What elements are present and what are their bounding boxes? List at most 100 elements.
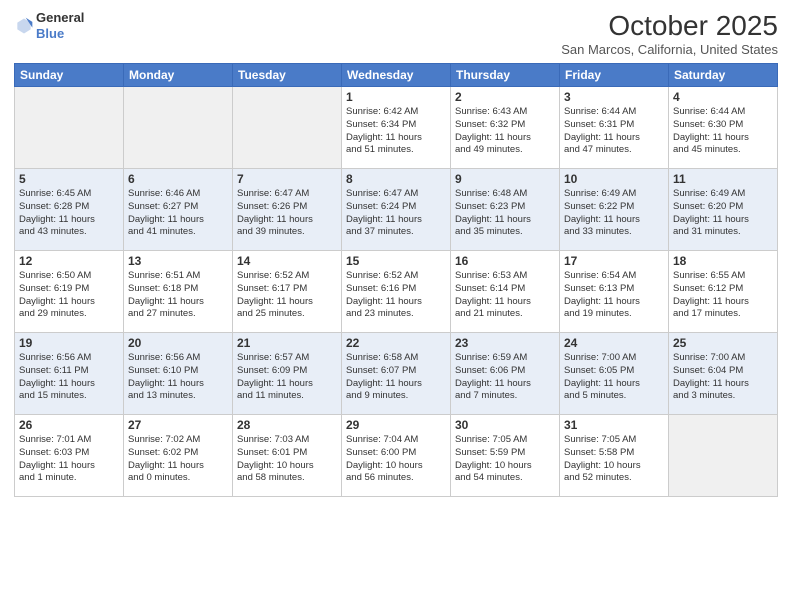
day-info: Sunrise: 6:44 AM Sunset: 6:30 PM Dayligh…	[673, 106, 773, 157]
day-number: 3	[564, 90, 664, 104]
calendar-cell: 30Sunrise: 7:05 AM Sunset: 5:59 PM Dayli…	[451, 415, 560, 497]
calendar-cell: 8 Sunrise: 6:47 AM Sunset: 6:24 PM Daylig…	[342, 169, 451, 251]
calendar-cell: 11Sunrise: 6:49 AM Sunset: 6:20 PM Dayli…	[669, 169, 778, 251]
day-number: 2	[455, 90, 555, 104]
day-info: Sunrise: 6:56 AM Sunset: 6:10 PM Dayligh…	[128, 352, 228, 403]
day-info: Sunrise: 7:04 AM Sunset: 6:00 PM Dayligh…	[346, 434, 446, 485]
calendar-cell	[15, 87, 124, 169]
calendar-cell: 31 Sunrise: 7:05 AM Sunset: 5:58 PM Dayli…	[560, 415, 669, 497]
day-number: 19	[19, 336, 119, 350]
day-number: 10	[564, 172, 664, 186]
weekday-header-tuesday: Tuesday	[233, 64, 342, 87]
day-number: 26	[19, 418, 119, 432]
calendar-cell: 26 Sunrise: 7:01 AM Sunset: 6:03 PM Dayli…	[15, 415, 124, 497]
day-info: Sunrise: 7:00 AM Sunset: 6:05 PM Dayligh…	[564, 352, 664, 403]
day-info: Sunrise: 6:43 AM Sunset: 6:32 PM Dayligh…	[455, 106, 555, 157]
calendar-cell: 20 Sunrise: 6:56 AM Sunset: 6:10 PM Dayli…	[124, 333, 233, 415]
day-info: Sunrise: 6:52 AM Sunset: 6:17 PM Dayligh…	[237, 270, 337, 321]
week-row-3: 12 Sunrise: 6:50 AM Sunset: 6:19 PM Dayli…	[15, 251, 778, 333]
logo-icon	[14, 16, 34, 36]
day-info: Sunrise: 6:51 AM Sunset: 6:18 PM Dayligh…	[128, 270, 228, 321]
calendar-cell: 22 Sunrise: 6:58 AM Sunset: 6:07 PM Dayli…	[342, 333, 451, 415]
day-info: Sunrise: 6:52 AM Sunset: 6:16 PM Dayligh…	[346, 270, 446, 321]
day-number: 31	[564, 418, 664, 432]
calendar-cell	[669, 415, 778, 497]
calendar-cell: 19Sunrise: 6:56 AM Sunset: 6:11 PM Dayli…	[15, 333, 124, 415]
day-number: 8	[346, 172, 446, 186]
day-number: 22	[346, 336, 446, 350]
day-number: 27	[128, 418, 228, 432]
calendar-cell: 14 Sunrise: 6:52 AM Sunset: 6:17 PM Dayli…	[233, 251, 342, 333]
calendar: SundayMondayTuesdayWednesdayThursdayFrid…	[14, 63, 778, 497]
day-number: 17	[564, 254, 664, 268]
day-number: 28	[237, 418, 337, 432]
calendar-cell: 24 Sunrise: 7:00 AM Sunset: 6:05 PM Dayli…	[560, 333, 669, 415]
weekday-header-monday: Monday	[124, 64, 233, 87]
day-number: 12	[19, 254, 119, 268]
day-info: Sunrise: 6:44 AM Sunset: 6:31 PM Dayligh…	[564, 106, 664, 157]
calendar-cell: 21Sunrise: 6:57 AM Sunset: 6:09 PM Dayli…	[233, 333, 342, 415]
day-number: 13	[128, 254, 228, 268]
week-row-2: 5 Sunrise: 6:45 AM Sunset: 6:28 PM Daylig…	[15, 169, 778, 251]
day-info: Sunrise: 7:01 AM Sunset: 6:03 PM Dayligh…	[19, 434, 119, 485]
week-row-5: 26 Sunrise: 7:01 AM Sunset: 6:03 PM Dayli…	[15, 415, 778, 497]
day-number: 6	[128, 172, 228, 186]
calendar-cell: 2 Sunrise: 6:43 AM Sunset: 6:32 PM Daylig…	[451, 87, 560, 169]
calendar-cell: 4Sunrise: 6:44 AM Sunset: 6:30 PM Daylig…	[669, 87, 778, 169]
day-number: 9	[455, 172, 555, 186]
calendar-cell: 15 Sunrise: 6:52 AM Sunset: 6:16 PM Dayli…	[342, 251, 451, 333]
day-info: Sunrise: 6:54 AM Sunset: 6:13 PM Dayligh…	[564, 270, 664, 321]
calendar-cell: 27 Sunrise: 7:02 AM Sunset: 6:02 PM Dayli…	[124, 415, 233, 497]
day-number: 15	[346, 254, 446, 268]
month-title: October 2025	[561, 10, 778, 42]
header: General Blue October 2025 San Marcos, Ca…	[14, 10, 778, 57]
calendar-cell: 13 Sunrise: 6:51 AM Sunset: 6:18 PM Dayli…	[124, 251, 233, 333]
location: San Marcos, California, United States	[561, 42, 778, 57]
weekday-header-friday: Friday	[560, 64, 669, 87]
day-info: Sunrise: 6:58 AM Sunset: 6:07 PM Dayligh…	[346, 352, 446, 403]
day-number: 25	[673, 336, 773, 350]
day-info: Sunrise: 6:55 AM Sunset: 6:12 PM Dayligh…	[673, 270, 773, 321]
logo-general: General	[36, 10, 84, 26]
weekday-header-row: SundayMondayTuesdayWednesdayThursdayFrid…	[15, 64, 778, 87]
day-number: 24	[564, 336, 664, 350]
day-info: Sunrise: 6:42 AM Sunset: 6:34 PM Dayligh…	[346, 106, 446, 157]
day-number: 16	[455, 254, 555, 268]
title-block: October 2025 San Marcos, California, Uni…	[561, 10, 778, 57]
day-number: 5	[19, 172, 119, 186]
calendar-cell: 16Sunrise: 6:53 AM Sunset: 6:14 PM Dayli…	[451, 251, 560, 333]
day-info: Sunrise: 6:47 AM Sunset: 6:24 PM Dayligh…	[346, 188, 446, 239]
day-info: Sunrise: 7:05 AM Sunset: 5:58 PM Dayligh…	[564, 434, 664, 485]
calendar-cell: 10 Sunrise: 6:49 AM Sunset: 6:22 PM Dayli…	[560, 169, 669, 251]
day-info: Sunrise: 6:57 AM Sunset: 6:09 PM Dayligh…	[237, 352, 337, 403]
week-row-1: 1Sunrise: 6:42 AM Sunset: 6:34 PM Daylig…	[15, 87, 778, 169]
calendar-cell: 29Sunrise: 7:04 AM Sunset: 6:00 PM Dayli…	[342, 415, 451, 497]
weekday-header-sunday: Sunday	[15, 64, 124, 87]
calendar-cell: 18 Sunrise: 6:55 AM Sunset: 6:12 PM Dayli…	[669, 251, 778, 333]
calendar-cell: 3 Sunrise: 6:44 AM Sunset: 6:31 PM Daylig…	[560, 87, 669, 169]
day-info: Sunrise: 6:47 AM Sunset: 6:26 PM Dayligh…	[237, 188, 337, 239]
day-number: 7	[237, 172, 337, 186]
calendar-cell	[233, 87, 342, 169]
day-number: 11	[673, 172, 773, 186]
logo: General Blue	[14, 10, 84, 41]
day-info: Sunrise: 7:02 AM Sunset: 6:02 PM Dayligh…	[128, 434, 228, 485]
day-number: 18	[673, 254, 773, 268]
calendar-cell: 9 Sunrise: 6:48 AM Sunset: 6:23 PM Daylig…	[451, 169, 560, 251]
day-info: Sunrise: 6:49 AM Sunset: 6:22 PM Dayligh…	[564, 188, 664, 239]
day-info: Sunrise: 6:48 AM Sunset: 6:23 PM Dayligh…	[455, 188, 555, 239]
page-container: General Blue October 2025 San Marcos, Ca…	[0, 0, 792, 612]
calendar-cell: 12 Sunrise: 6:50 AM Sunset: 6:19 PM Dayli…	[15, 251, 124, 333]
day-info: Sunrise: 6:50 AM Sunset: 6:19 PM Dayligh…	[19, 270, 119, 321]
day-info: Sunrise: 6:46 AM Sunset: 6:27 PM Dayligh…	[128, 188, 228, 239]
week-row-4: 19Sunrise: 6:56 AM Sunset: 6:11 PM Dayli…	[15, 333, 778, 415]
calendar-cell: 17 Sunrise: 6:54 AM Sunset: 6:13 PM Dayli…	[560, 251, 669, 333]
day-info: Sunrise: 6:59 AM Sunset: 6:06 PM Dayligh…	[455, 352, 555, 403]
day-number: 23	[455, 336, 555, 350]
day-number: 20	[128, 336, 228, 350]
day-number: 14	[237, 254, 337, 268]
calendar-cell: 1Sunrise: 6:42 AM Sunset: 6:34 PM Daylig…	[342, 87, 451, 169]
day-info: Sunrise: 6:45 AM Sunset: 6:28 PM Dayligh…	[19, 188, 119, 239]
calendar-cell	[124, 87, 233, 169]
day-info: Sunrise: 7:03 AM Sunset: 6:01 PM Dayligh…	[237, 434, 337, 485]
